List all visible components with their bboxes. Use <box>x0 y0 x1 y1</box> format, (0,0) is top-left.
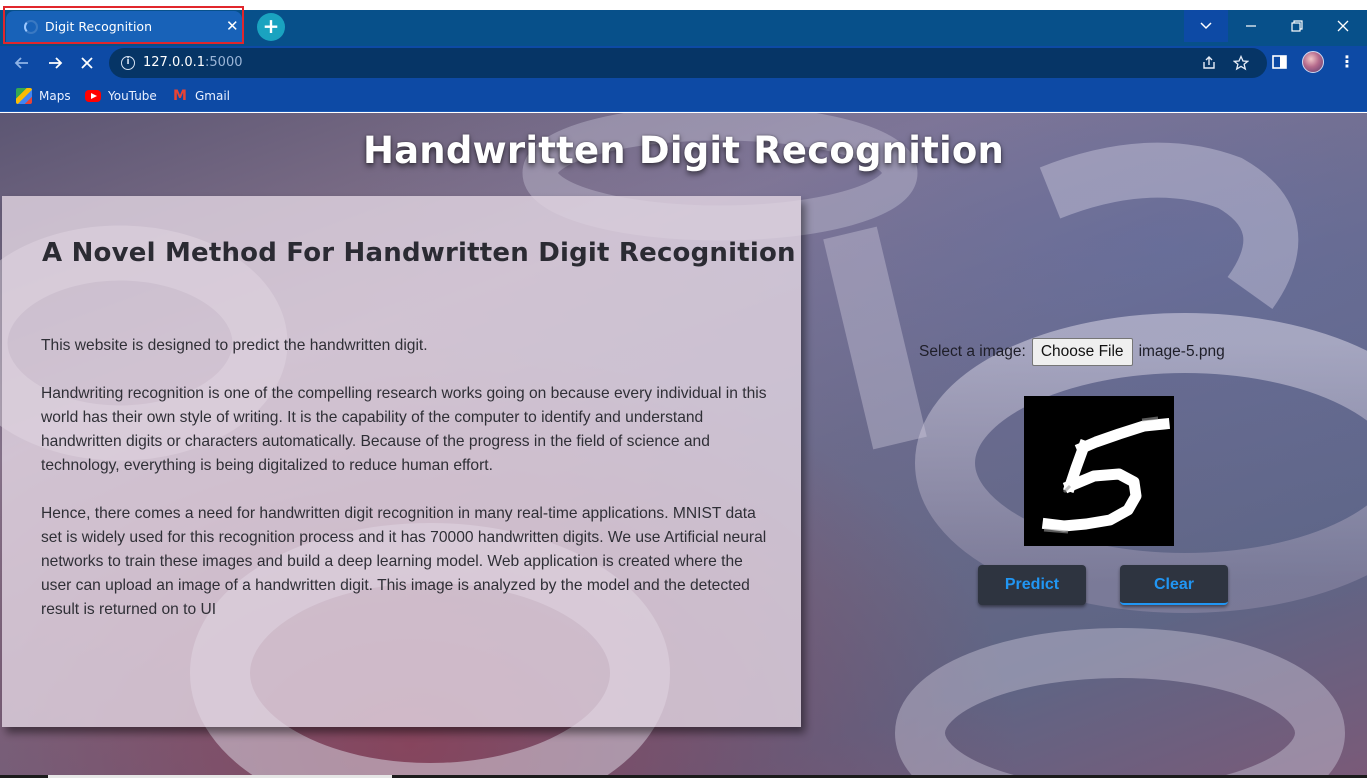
back-button[interactable] <box>9 50 35 76</box>
bookmark-star-icon[interactable] <box>1230 52 1252 74</box>
upload-row: Select a image: Choose File image-5.png <box>919 338 1225 366</box>
selected-filename: image-5.png <box>1138 343 1225 360</box>
description-card: A Novel Method For Handwritten Digit Rec… <box>2 196 801 727</box>
browser-menu-icon[interactable]: ⋮ <box>1337 51 1357 73</box>
minimize-button[interactable] <box>1229 10 1273 42</box>
forward-button[interactable] <box>42 50 68 76</box>
arrow-right-icon <box>49 57 63 69</box>
screen-top-edge <box>0 0 1367 10</box>
star-icon <box>1232 54 1250 71</box>
minimize-icon <box>1246 25 1256 27</box>
stop-loading-button[interactable] <box>74 50 100 76</box>
bookmarks-bar: Maps YouTube M Gmail <box>0 80 1367 112</box>
stop-icon <box>81 57 93 69</box>
predict-button[interactable]: Predict <box>978 565 1086 605</box>
arrow-left-icon <box>14 57 28 69</box>
close-window-button[interactable] <box>1321 10 1365 42</box>
bookmark-label: Maps <box>39 89 71 103</box>
paragraph-handwriting-recognition: Handwriting recognition is one of the co… <box>41 385 767 474</box>
close-icon <box>1337 20 1349 32</box>
choose-file-button[interactable]: Choose File <box>1031 338 1133 366</box>
side-panel-glyph <box>1272 55 1287 69</box>
handwritten-digit-5-image <box>1041 416 1171 534</box>
bookmark-maps[interactable]: Maps <box>16 87 71 105</box>
profile-avatar[interactable] <box>1302 51 1324 73</box>
tab-close-icon[interactable]: ✕ <box>226 17 239 35</box>
address-url[interactable]: 127.0.0.1:5000 <box>143 55 243 70</box>
browser-toolbar: i 127.0.0.1:5000 ⋮ <box>0 46 1367 80</box>
loading-spinner-icon <box>24 20 38 34</box>
side-panel-icon[interactable] <box>1271 53 1289 71</box>
share-icon[interactable] <box>1198 52 1220 74</box>
paragraph-mnist: Hence, there comes a need for handwritte… <box>41 505 767 618</box>
url-port: :5000 <box>205 55 243 70</box>
tab-title: Digit Recognition <box>45 19 152 34</box>
bookmark-gmail[interactable]: M Gmail <box>172 87 230 105</box>
bookmark-label: Gmail <box>195 89 231 103</box>
chevron-down-icon <box>1200 22 1212 30</box>
page-title: Handwritten Digit Recognition <box>362 129 1005 172</box>
restore-icon <box>1291 20 1303 32</box>
card-heading: A Novel Method For Handwritten Digit Rec… <box>42 238 796 268</box>
new-tab-button[interactable]: + <box>257 13 285 41</box>
tab-search-button[interactable] <box>1184 10 1228 42</box>
share-icon-glyph <box>1203 56 1215 69</box>
page-viewport: Handwritten Digit Recognition A Novel Me… <box>0 113 1367 778</box>
gmail-icon: M <box>173 88 187 104</box>
restore-button[interactable] <box>1275 10 1319 42</box>
bookmark-label: YouTube <box>108 89 157 103</box>
site-info-icon[interactable]: i <box>121 56 135 70</box>
upload-label: Select a image: <box>919 343 1026 360</box>
tab-strip: Digit Recognition ✕ + <box>0 0 1367 46</box>
address-bar[interactable]: i 127.0.0.1:5000 <box>109 48 1267 78</box>
youtube-icon <box>85 90 101 102</box>
clear-button[interactable]: Clear <box>1120 565 1228 605</box>
bookmark-youtube[interactable]: YouTube <box>85 87 157 105</box>
url-host: 127.0.0.1 <box>143 55 206 70</box>
tab-digit-recognition[interactable]: Digit Recognition ✕ <box>6 11 242 43</box>
paragraph-intro: This website is designed to predict the … <box>41 337 428 354</box>
uploaded-image-preview <box>1024 396 1174 546</box>
maps-icon <box>16 88 32 104</box>
